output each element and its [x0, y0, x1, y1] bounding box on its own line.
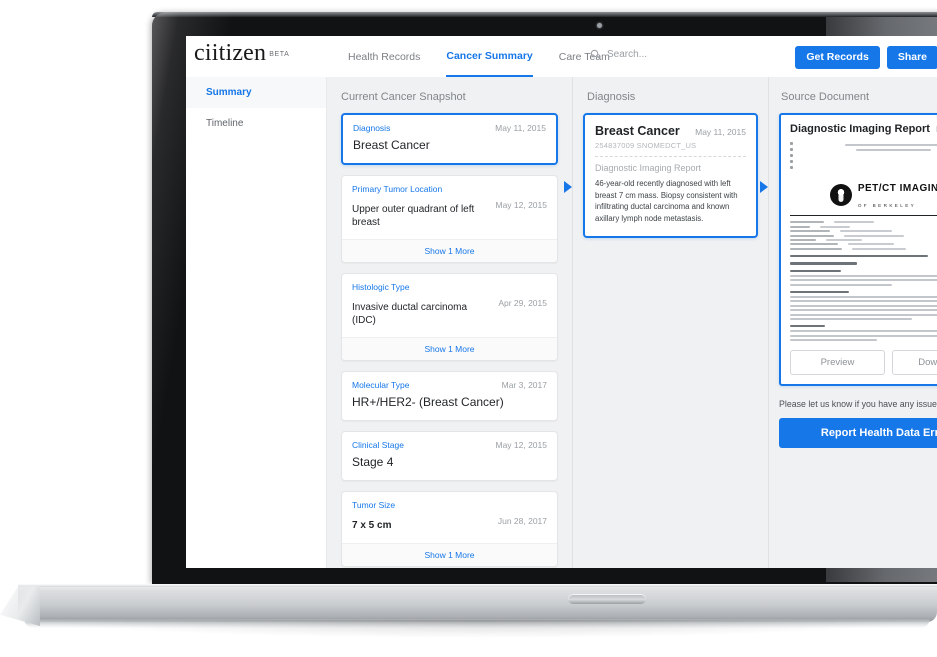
- show-more-button[interactable]: Show 1 More: [342, 337, 557, 361]
- main-nav: Health Records Cancer Summary Care Team: [348, 36, 610, 77]
- document-letterhead: PET/CT IMAGING OF BERKELEY: [790, 179, 937, 211]
- show-more-button[interactable]: Show 1 More: [342, 239, 557, 263]
- topbar-actions: Get Records Share: [795, 46, 937, 69]
- sidebar-item-timeline[interactable]: Timeline: [186, 108, 326, 139]
- search-icon: [590, 49, 601, 60]
- document-paragraph-3: [790, 325, 937, 342]
- laptop-base-left-taper: [0, 586, 40, 626]
- card-label: Diagnosis: [353, 123, 391, 133]
- get-records-button[interactable]: Get Records: [795, 46, 880, 69]
- card-label: Histologic Type: [352, 282, 410, 293]
- nav-item-cancer-summary[interactable]: Cancer Summary: [446, 36, 533, 77]
- search-input[interactable]: [607, 49, 727, 60]
- document-field-block: [790, 221, 937, 250]
- laptop-base-notch: [568, 594, 646, 604]
- snapshot-card-list: Diagnosis May 11, 2015 Breast Cancer Pri…: [327, 113, 572, 568]
- card-date: Apr 29, 2015: [498, 298, 547, 309]
- search-area: [590, 49, 727, 60]
- share-button[interactable]: Share: [886, 46, 937, 69]
- detail-card-name: Breast Cancer: [595, 124, 680, 138]
- preview-button[interactable]: Preview: [790, 350, 885, 376]
- screen-viewport: ciitizen BETA Health Records Cancer Summa…: [186, 36, 937, 568]
- snapshot-card-tumor-size[interactable]: Tumor Size 7 x 5 cm Jun 28, 2017 Show 1 …: [341, 491, 558, 567]
- card-value: Stage 4: [352, 455, 394, 470]
- laptop-base: [18, 584, 937, 622]
- laptop-lid-top-edge: [152, 12, 937, 17]
- laptop-shadow: [40, 620, 920, 638]
- detail-column: Diagnosis Breast Cancer May 11, 2015 254…: [564, 77, 769, 568]
- card-value: Upper outer quadrant of left breast: [352, 204, 475, 228]
- card-value: Invasive ductal carcinoma (IDC): [352, 302, 468, 326]
- issues-help-text: Please let us know if you have any issue…: [779, 399, 937, 410]
- card-date: May 12, 2015: [495, 440, 547, 451]
- letterhead-rule: [790, 215, 937, 217]
- brand-beta-badge: BETA: [269, 51, 290, 58]
- detail-source-label: Diagnostic Imaging Report: [595, 163, 702, 173]
- snapshot-card-clinical-stage[interactable]: Clinical Stage May 12, 2015 Stage 4: [341, 431, 558, 482]
- letterhead-line-1: PET/CT IMAGING: [857, 183, 937, 195]
- snapshot-card-diagnosis[interactable]: Diagnosis May 11, 2015 Breast Cancer: [341, 113, 558, 166]
- card-value: Breast Cancer: [353, 138, 430, 153]
- detail-card-date: May 11, 2015: [695, 127, 746, 137]
- card-value: HR+/HER2- (Breast Cancer): [352, 395, 504, 410]
- card-date: May 12, 2015: [495, 200, 547, 211]
- detail-card-text: 46-year-old recently diagnosed with left…: [595, 179, 738, 224]
- content-columns: Summary Timeline Current Cancer Snapshot…: [186, 77, 937, 568]
- document-preview: PET/CT IMAGING OF BERKELEY: [790, 142, 937, 342]
- source-column: Source Document Diagnostic Imaging Repor…: [760, 77, 937, 568]
- document-paragraph-2: [790, 290, 937, 321]
- card-date: May 11, 2015: [495, 123, 546, 133]
- webcam-dot: [597, 23, 602, 28]
- snapshot-title: Current Cancer Snapshot: [341, 91, 466, 103]
- brand-wordmark: ciitizen: [194, 40, 267, 66]
- sidebar-item-summary[interactable]: Summary: [186, 77, 326, 108]
- nav-item-health-records[interactable]: Health Records: [348, 36, 420, 77]
- letterhead-line-2: OF BERKELEY: [857, 203, 917, 209]
- source-title: Source Document: [781, 91, 870, 103]
- snapshot-column: Current Cancer Snapshot Diagnosis May 11…: [327, 77, 573, 568]
- document-heading-2: [790, 262, 937, 265]
- document-title: Diagnostic Imaging Report: [790, 123, 930, 135]
- detail-card-code: 254837009 SNOMEDCT_US: [595, 141, 697, 150]
- sidebar: Summary Timeline: [186, 77, 327, 568]
- document-heading-1: [790, 254, 937, 258]
- detail-title: Diagnosis: [587, 91, 636, 103]
- laptop-base-top-line: [18, 584, 937, 587]
- card-date: Jun 28, 2017: [497, 516, 547, 527]
- card-date: Mar 3, 2017: [501, 380, 547, 391]
- detail-divider: [595, 156, 746, 157]
- source-document-card[interactable]: Diagnostic Imaging Report May 11, 2015: [779, 113, 937, 387]
- document-paragraph-1: [790, 269, 937, 286]
- card-label: Primary Tumor Location: [352, 184, 443, 195]
- arrow-right-icon-2: [760, 181, 768, 193]
- download-button[interactable]: Download: [891, 350, 937, 376]
- arrow-right-icon-1: [564, 181, 572, 193]
- diagnosis-detail-card[interactable]: Breast Cancer May 11, 2015 254837009 SNO…: [583, 113, 758, 238]
- document-actions: Preview Download: [790, 350, 937, 376]
- card-label: Clinical Stage: [352, 440, 404, 451]
- snapshot-card-molecular-type[interactable]: Molecular Type Mar 3, 2017 HR+/HER2- (Br…: [341, 371, 558, 422]
- show-more-button[interactable]: Show 1 More: [342, 542, 557, 566]
- clinic-logo-icon: [829, 184, 852, 207]
- card-value: 7 x 5 cm: [352, 520, 392, 532]
- snapshot-card-primary-tumor-location[interactable]: Primary Tumor Location Upper outer quadr…: [341, 175, 558, 264]
- screenshot-stage: ciitizen BETA Health Records Cancer Summa…: [0, 0, 937, 657]
- snapshot-card-histologic-type[interactable]: Histologic Type Invasive ductal carcinom…: [341, 273, 558, 362]
- card-label: Molecular Type: [352, 380, 410, 391]
- report-health-data-errors-button[interactable]: Report Health Data Errors: [779, 417, 937, 448]
- card-label: Tumor Size: [352, 500, 396, 511]
- app-topbar: ciitizen BETA Health Records Cancer Summa…: [186, 36, 937, 78]
- brand-logo[interactable]: ciitizen BETA: [194, 40, 289, 67]
